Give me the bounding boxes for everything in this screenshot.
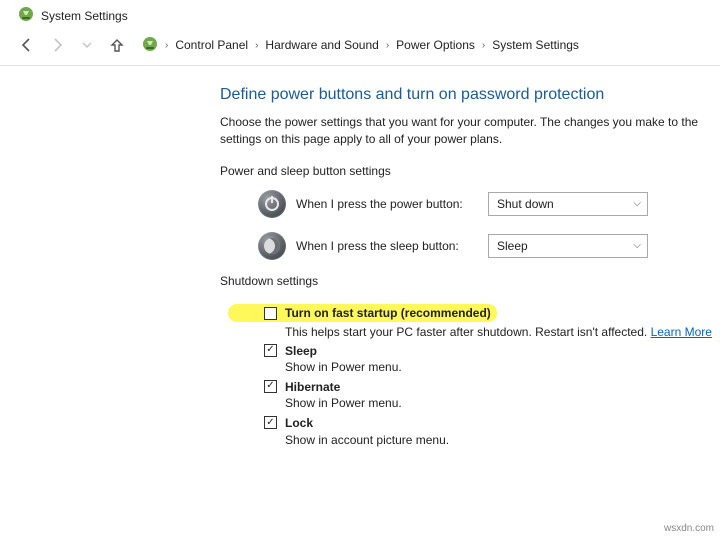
window-title: System Settings (41, 9, 128, 23)
sleep-button-row: When I press the sleep button: Sleep ⌵ (258, 232, 720, 260)
page-title: Define power buttons and turn on passwor… (220, 86, 720, 104)
fast-startup-checkbox[interactable] (264, 307, 277, 320)
breadcrumb: › Control Panel › Hardware and Sound › P… (142, 36, 579, 55)
chevron-right-icon: › (384, 40, 391, 51)
button-settings-heading: Power and sleep button settings (220, 164, 720, 178)
chevron-right-icon: › (253, 40, 260, 51)
main-content: Define power buttons and turn on passwor… (0, 66, 720, 448)
sleep-checkbox[interactable] (264, 344, 277, 357)
breadcrumb-item[interactable]: System Settings (492, 38, 579, 52)
page-description: Choose the power settings that you want … (220, 114, 720, 148)
history-dropdown-icon[interactable] (74, 33, 100, 57)
navbar: › Control Panel › Hardware and Sound › P… (0, 29, 720, 66)
hibernate-label: Hibernate (285, 380, 340, 394)
sleep-button-label: When I press the sleep button: (296, 239, 478, 253)
lock-sub: Show in account picture menu. (285, 433, 449, 447)
learn-more-link[interactable]: Learn More (651, 325, 712, 339)
lock-label: Lock (285, 416, 313, 430)
power-icon (258, 190, 286, 218)
shutdown-heading: Shutdown settings (220, 274, 720, 288)
power-button-label: When I press the power button: (296, 197, 478, 211)
dropdown-value: Sleep (497, 239, 528, 253)
shutdown-settings: Shutdown settings Turn on fast startup (… (220, 274, 720, 448)
hibernate-row: Hibernate Show in Power menu. (264, 379, 720, 411)
sleep-label: Sleep (285, 344, 317, 358)
power-options-icon (18, 6, 34, 25)
titlebar: System Settings (0, 0, 720, 29)
chevron-down-icon: ⌵ (633, 198, 641, 209)
watermark: wsxdn.com (664, 523, 714, 534)
forward-button[interactable] (44, 33, 70, 57)
power-options-icon (142, 36, 158, 55)
power-button-dropdown[interactable]: Shut down ⌵ (488, 192, 648, 216)
chevron-down-icon: ⌵ (633, 240, 641, 251)
sleep-row: Sleep Show in Power menu. (264, 343, 720, 375)
fast-startup-label: Turn on fast startup (recommended) (285, 306, 491, 320)
breadcrumb-item[interactable]: Control Panel (175, 38, 248, 52)
up-button[interactable] (104, 33, 130, 57)
sleep-button-dropdown[interactable]: Sleep ⌵ (488, 234, 648, 258)
hibernate-checkbox[interactable] (264, 380, 277, 393)
dropdown-value: Shut down (497, 197, 554, 211)
sleep-icon (258, 232, 286, 260)
lock-row: Lock Show in account picture menu. (264, 415, 720, 447)
power-button-row: When I press the power button: Shut down… (258, 190, 720, 218)
sleep-sub: Show in Power menu. (285, 360, 402, 374)
hibernate-sub: Show in Power menu. (285, 396, 402, 410)
fast-startup-row: Turn on fast startup (recommended) (264, 300, 720, 323)
chevron-right-icon: › (163, 40, 170, 51)
breadcrumb-item[interactable]: Hardware and Sound (265, 38, 378, 52)
lock-checkbox[interactable] (264, 416, 277, 429)
breadcrumb-item[interactable]: Power Options (396, 38, 475, 52)
fast-startup-sub: This helps start your PC faster after sh… (285, 325, 720, 339)
back-button[interactable] (14, 33, 40, 57)
chevron-right-icon: › (480, 40, 487, 51)
fast-startup-highlight: Turn on fast startup (recommended) (228, 304, 497, 322)
